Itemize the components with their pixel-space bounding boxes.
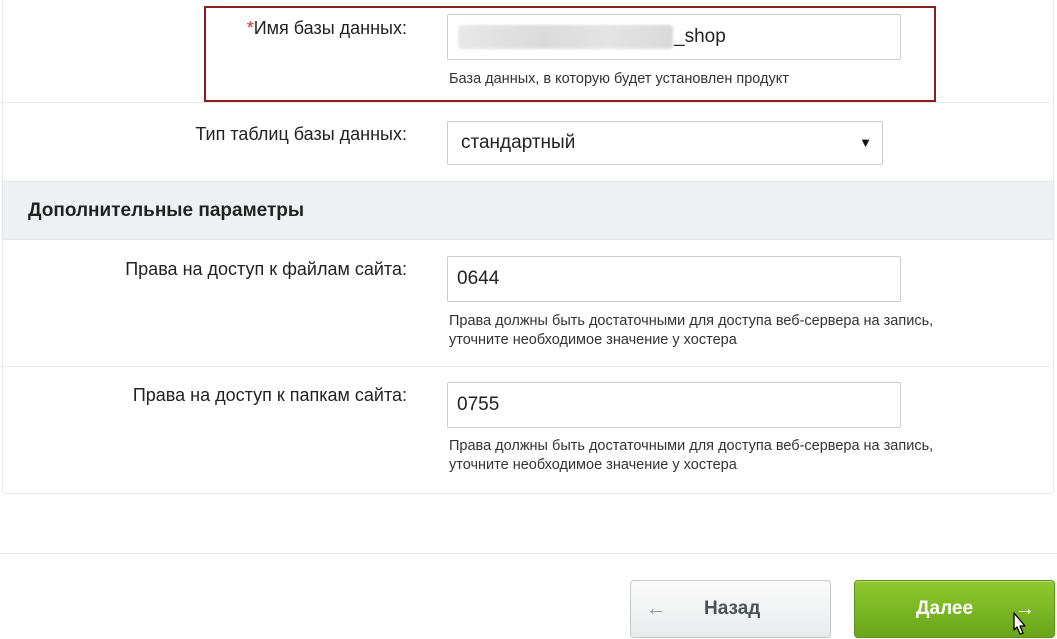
table-type-select[interactable]: стандартный ▼	[447, 121, 883, 165]
folder-permissions-label: Права на доступ к папкам сайта:	[132, 385, 407, 405]
redacted-text	[458, 24, 673, 49]
db-name-label: *Имя базы данных:	[246, 18, 407, 38]
db-name-hint: База данных, в которую будет установлен …	[449, 71, 789, 87]
dropdown-arrow-icon: ▼	[859, 135, 872, 150]
file-permissions-hint: Права должны быть достаточными для досту…	[449, 313, 934, 348]
db-name-input[interactable]: _shop	[447, 14, 901, 60]
folder-permissions-hint: Права должны быть достаточными для досту…	[449, 438, 934, 473]
next-button-label: Далее	[916, 598, 974, 619]
file-permissions-input[interactable]: 0644	[447, 256, 901, 302]
back-button-label: Назад	[704, 598, 761, 619]
file-permissions-row: Права на доступ к файлам сайта: 0644 Пра…	[0, 240, 1050, 367]
back-button[interactable]: ← Назад	[630, 580, 831, 638]
table-type-label: Тип таблиц базы данных:	[195, 124, 407, 144]
required-mark: *	[246, 18, 254, 38]
mouse-pointer-icon	[1013, 612, 1026, 635]
section-title: Дополнительные параметры	[3, 181, 1053, 240]
table-type-value: стандартный	[461, 132, 576, 153]
arrow-left-icon: ←	[646, 598, 666, 620]
folder-permissions-row: Права на доступ к папкам сайта: 0755 Пра…	[0, 367, 1050, 493]
db-name-suffix: _shop	[674, 26, 726, 47]
footer-divider	[0, 553, 1057, 554]
folder-permissions-input[interactable]: 0755	[447, 382, 901, 428]
db-name-row: *Имя базы данных: _shop База данных, в к…	[0, 0, 1050, 103]
file-permissions-label: Права на доступ к файлам сайта:	[125, 259, 407, 279]
